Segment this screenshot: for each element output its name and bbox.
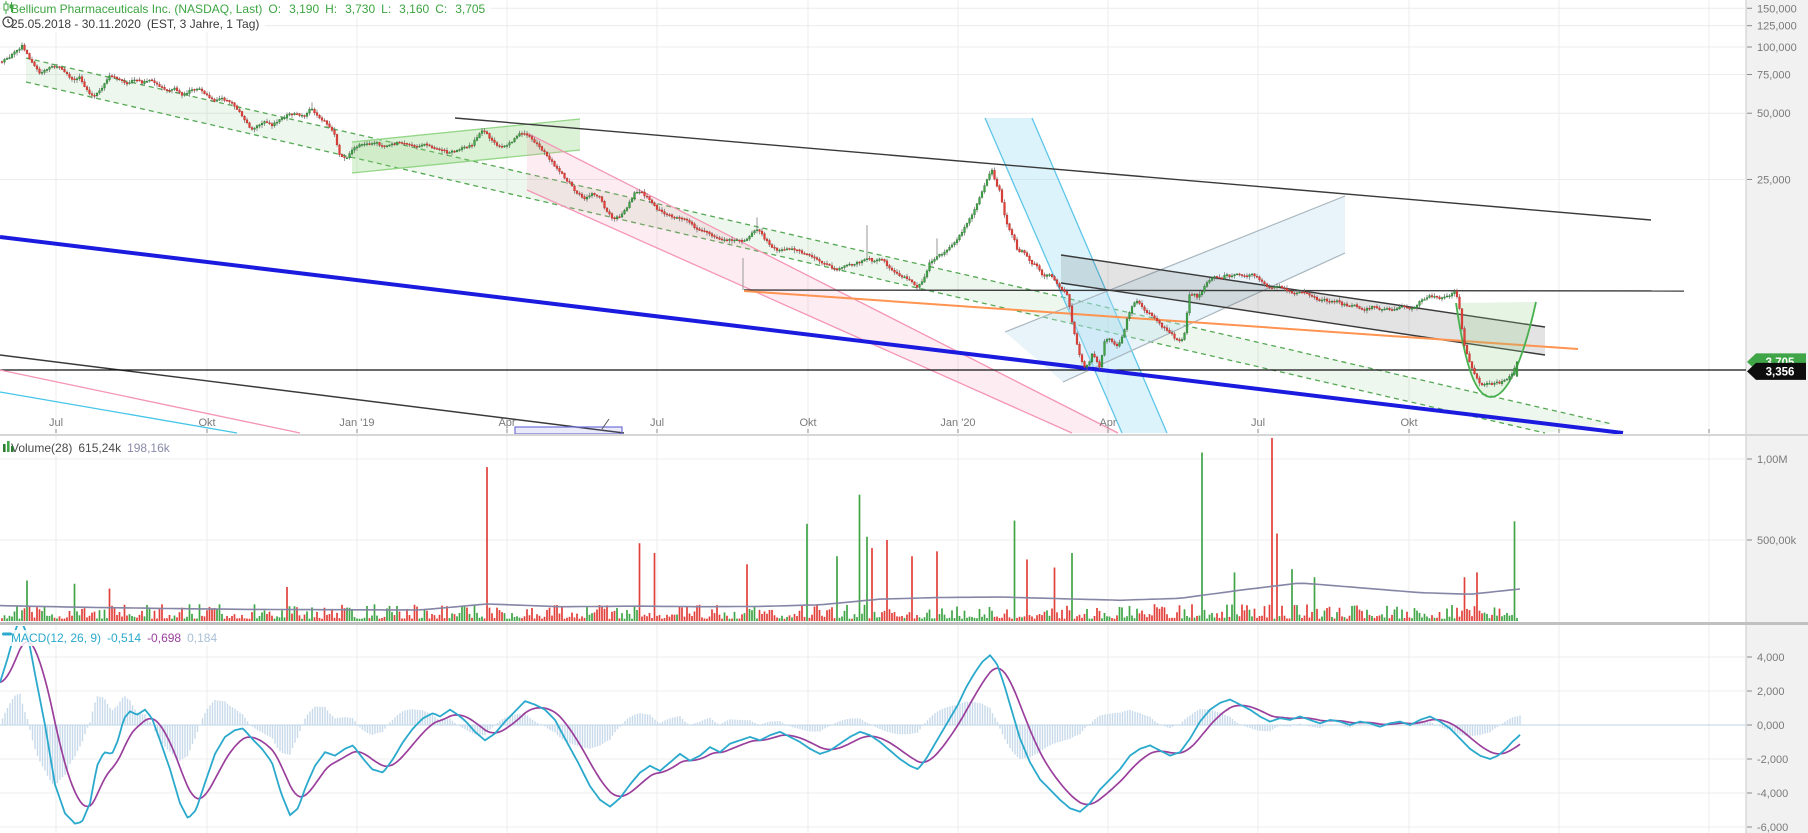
time-axis-label: Okt: [198, 417, 215, 429]
macd-value: -0,514: [107, 631, 141, 645]
trendline-bottom-left[interactable]: [0, 355, 624, 433]
date-range: 25.05.2018 - 30.11.2020: [11, 17, 141, 31]
macd-axis-label: 0,000: [1757, 720, 1785, 732]
macd-axis-label: 4,000: [1757, 652, 1785, 664]
time-axis-label: Okt: [799, 417, 816, 429]
horizontal-line-mid[interactable]: [744, 290, 1684, 291]
volume-indicator-name: Volume(28): [11, 441, 72, 455]
close-label: C:: [435, 2, 447, 16]
volume-legend[interactable]: Volume(28) 615,24k 198,16k: [2, 440, 176, 456]
selection-rect[interactable]: [515, 427, 622, 434]
macd-signal-value: -0,698: [147, 631, 181, 645]
level-price-tag: 3,356: [1747, 363, 1806, 380]
low-label: L:: [381, 2, 391, 16]
macd-axis-label: -2,000: [1757, 754, 1788, 766]
price-axis-label: 150,000: [1757, 3, 1797, 15]
chart-canvas[interactable]: 150,000 125,000 100,000 75,000 50,000 25,000 1…: [0, 0, 1808, 833]
downtrend-channel-2018[interactable]: [26, 58, 1612, 433]
candles-layer[interactable]: [1, 42, 1518, 387]
time-axis-label: Jul: [650, 417, 664, 429]
volume-layer[interactable]: [0, 438, 1520, 621]
main-series-legend[interactable]: Bellicum Pharmaceuticals Inc. (NASDAQ, L…: [2, 1, 491, 17]
macd-axis-label: -6,000: [1757, 822, 1788, 833]
high-value: 3,730: [345, 2, 375, 16]
time-axis-label: Okt: [1400, 417, 1417, 429]
time-axis-label: Jan '19: [339, 417, 374, 429]
low-value: 3,160: [399, 2, 429, 16]
macd-histogram-value: 0,184: [187, 631, 217, 645]
date-range-legend[interactable]: 25.05.2018 - 30.11.2020 (EST, 3 Jahre, 1…: [2, 16, 265, 32]
instrument-name: Bellicum Pharmaceuticals Inc. (NASDAQ, L…: [11, 2, 262, 16]
chart-application: 150,000 125,000 100,000 75,000 50,000 25,000 1…: [0, 0, 1808, 833]
macd-legend[interactable]: MACD(12, 26, 9) -0,514 -0,698 0,184: [2, 630, 223, 646]
price-axis-label: 50,000: [1757, 108, 1791, 120]
price-axis-label: 75,000: [1757, 69, 1791, 81]
volume-average-value: 198,16k: [127, 441, 170, 455]
volume-value: 615,24k: [78, 441, 121, 455]
macd-axis-label: 2,000: [1757, 686, 1785, 698]
time-axis-label: Jan '20: [940, 417, 975, 429]
price-axis-label: 125,000: [1757, 21, 1797, 33]
price-axis-label: 25,000: [1757, 174, 1791, 186]
pink-ray-bottom-left[interactable]: [0, 370, 300, 433]
time-axis-label: Jul: [1251, 417, 1265, 429]
macd-axis-label: -4,000: [1757, 788, 1788, 800]
close-value: 3,705: [455, 2, 485, 16]
macd-indicator-name: MACD(12, 26, 9): [11, 631, 101, 645]
volume-axis-label: 500,00k: [1757, 535, 1797, 547]
time-axis-label: Apr: [1099, 417, 1116, 429]
volume-axis-label: 1,00M: [1757, 454, 1788, 466]
panel-dividers: [0, 434, 1808, 625]
price-axis-label: 100,000: [1757, 42, 1797, 54]
price-axis-gutter[interactable]: [1746, 0, 1808, 833]
time-axis-label: Apr: [498, 417, 515, 429]
open-value: 3,190: [289, 2, 319, 16]
timeframe: (EST, 3 Jahre, 1 Tag): [147, 17, 260, 31]
open-label: O:: [268, 2, 281, 16]
high-label: H:: [325, 2, 337, 16]
drawing-annotations[interactable]: [0, 58, 1746, 434]
time-axis-label: Jul: [49, 417, 63, 429]
svg-text:3,356: 3,356: [1766, 366, 1795, 378]
